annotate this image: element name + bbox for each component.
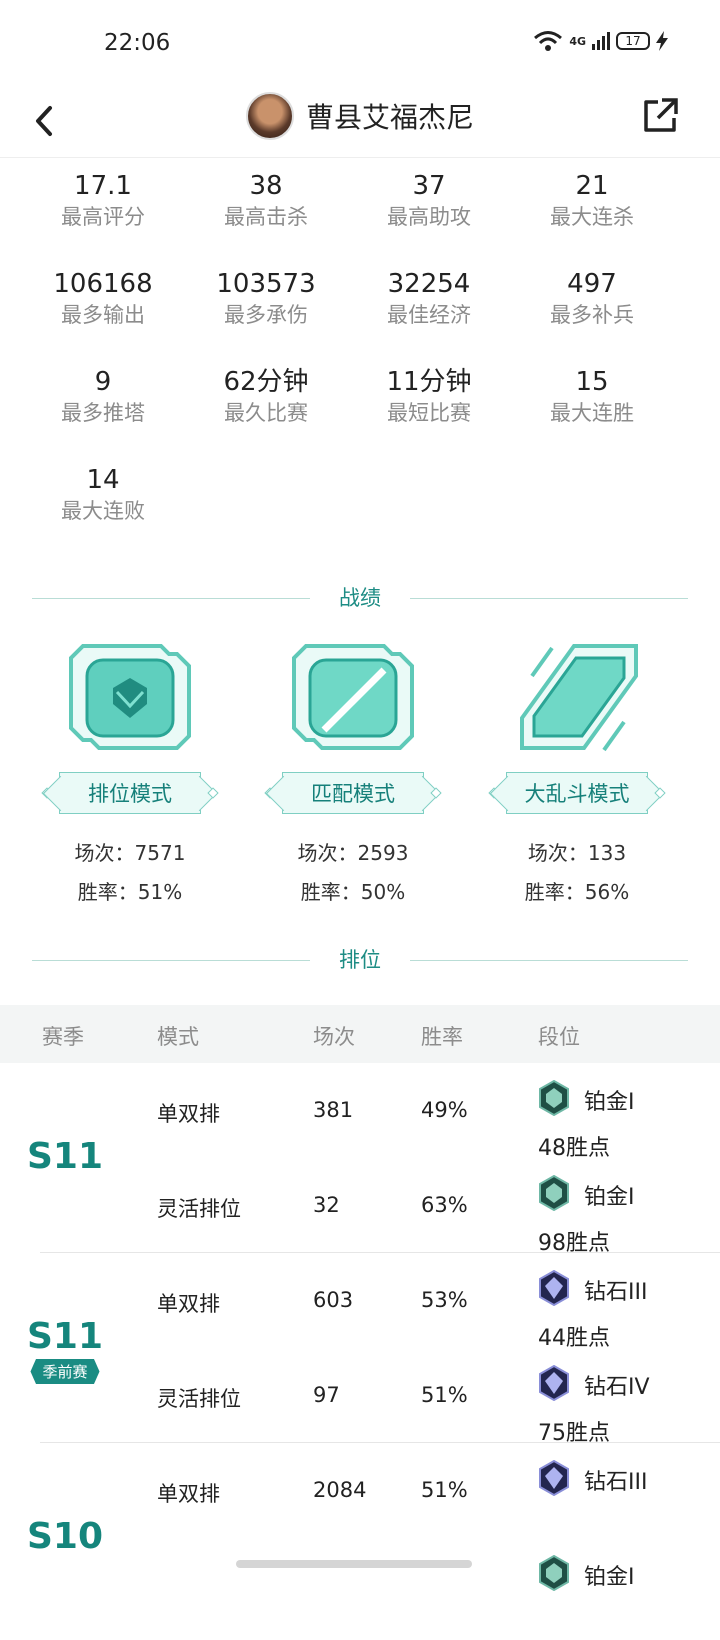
normal-mode-icon xyxy=(292,644,414,750)
status-time: 22:06 xyxy=(104,30,171,56)
mode-stats: 场次：133 胜率：56% xyxy=(477,834,677,912)
col-season: 赛季 xyxy=(42,1025,84,1049)
section-divider-record: 战绩 xyxy=(32,583,688,613)
platinum-badge-icon xyxy=(539,1175,569,1211)
mode-ranked[interactable]: 排位模式 场次：7571 胜率：51% xyxy=(30,640,230,912)
stat-item: 106168 最多输出 xyxy=(53,269,153,327)
mode-label-box: 排位模式 xyxy=(41,772,219,814)
mode-stats: 场次：7571 胜率：51% xyxy=(30,834,230,912)
col-tier: 段位 xyxy=(538,1025,580,1049)
mode-label-box: 匹配模式 xyxy=(264,772,442,814)
stat-item: 11分钟 最短比赛 xyxy=(386,367,472,425)
stat-item: 14 最大连败 xyxy=(61,465,145,523)
mode-games: 场次：133 xyxy=(527,841,627,865)
charging-icon xyxy=(656,31,668,51)
table-row: 单双排 603 53% 钻石III 44胜点 xyxy=(0,1260,720,1355)
diamond-badge-icon xyxy=(539,1460,569,1496)
stat-item: 38 最高击杀 xyxy=(224,171,308,229)
stat-item: 497 最多补兵 xyxy=(550,269,634,327)
wifi-icon xyxy=(534,31,563,51)
mode-aram[interactable]: 大乱斗模式 场次：133 胜率：56% xyxy=(477,640,677,912)
avatar xyxy=(246,92,294,140)
mode-winrate: 胜率：50% xyxy=(300,880,406,904)
table-row: 灵活排位 32 63% 铂金I 98胜点 xyxy=(0,1165,720,1260)
battery-icon: 17 xyxy=(616,32,650,50)
system-icons: 4G 17 xyxy=(533,30,668,52)
mode-winrate: 胜率：51% xyxy=(77,880,183,904)
table-row: 灵活排位 97 51% 钻石IV 75胜点 xyxy=(0,1355,720,1450)
stat-item: 103573 最多承伤 xyxy=(216,269,316,327)
mode-normal[interactable]: 匹配模式 场次：2593 胜率：50% xyxy=(253,640,453,912)
col-mode: 模式 xyxy=(157,1025,199,1049)
stat-item: 15 最大连胜 xyxy=(550,367,634,425)
diamond-badge-icon xyxy=(539,1365,569,1401)
share-icon[interactable] xyxy=(640,96,680,136)
table-row: 单双排 2084 51% 钻石III xyxy=(0,1450,720,1545)
table-row: 单双排 381 49% 铂金I 48胜点 xyxy=(0,1070,720,1165)
mode-stats: 场次：2593 胜率：50% xyxy=(253,834,453,912)
mode-label-box: 大乱斗模式 xyxy=(488,772,666,814)
mode-name: 匹配模式 xyxy=(311,782,395,806)
stat-item: 37 最高助攻 xyxy=(387,171,471,229)
signal-icon xyxy=(592,32,610,50)
network-type: 4G xyxy=(569,34,586,48)
stat-item: 21 最大连杀 xyxy=(550,171,634,229)
mode-name: 排位模式 xyxy=(88,782,172,806)
mode-games: 场次：7571 xyxy=(74,841,186,865)
section-divider-rank: 排位 xyxy=(32,945,688,975)
group-separator xyxy=(40,1442,720,1443)
platinum-badge-icon xyxy=(539,1555,569,1591)
rank-table-header: 赛季 模式 场次 胜率 段位 xyxy=(0,1005,720,1063)
col-games: 场次 xyxy=(313,1025,355,1049)
platinum-badge-icon xyxy=(539,1080,569,1116)
diamond-badge-icon xyxy=(539,1270,569,1306)
stat-item: 32254 最佳经济 xyxy=(387,269,471,327)
group-separator xyxy=(40,1252,720,1253)
home-indicator[interactable] xyxy=(236,1560,472,1568)
aram-mode-icon xyxy=(520,644,638,752)
status-bar: 22:06 4G 17 xyxy=(0,0,720,88)
back-arrow-icon[interactable] xyxy=(26,98,66,144)
page-title: 曹县艾福杰尼 xyxy=(306,101,475,134)
mode-games: 场次：2593 xyxy=(297,841,409,865)
section-title: 排位 xyxy=(339,948,381,972)
stat-item: 17.1 最高评分 xyxy=(61,171,145,229)
stat-item: 9 最多推塔 xyxy=(61,367,145,425)
section-title: 战绩 xyxy=(339,586,381,610)
ranked-mode-icon xyxy=(69,644,191,750)
app-header: 曹县艾福杰尼 xyxy=(0,88,720,158)
mode-name: 大乱斗模式 xyxy=(524,782,630,806)
col-winrate: 胜率 xyxy=(421,1025,463,1049)
stat-item: 62分钟 最久比赛 xyxy=(223,367,309,425)
mode-winrate: 胜率：56% xyxy=(524,880,630,904)
